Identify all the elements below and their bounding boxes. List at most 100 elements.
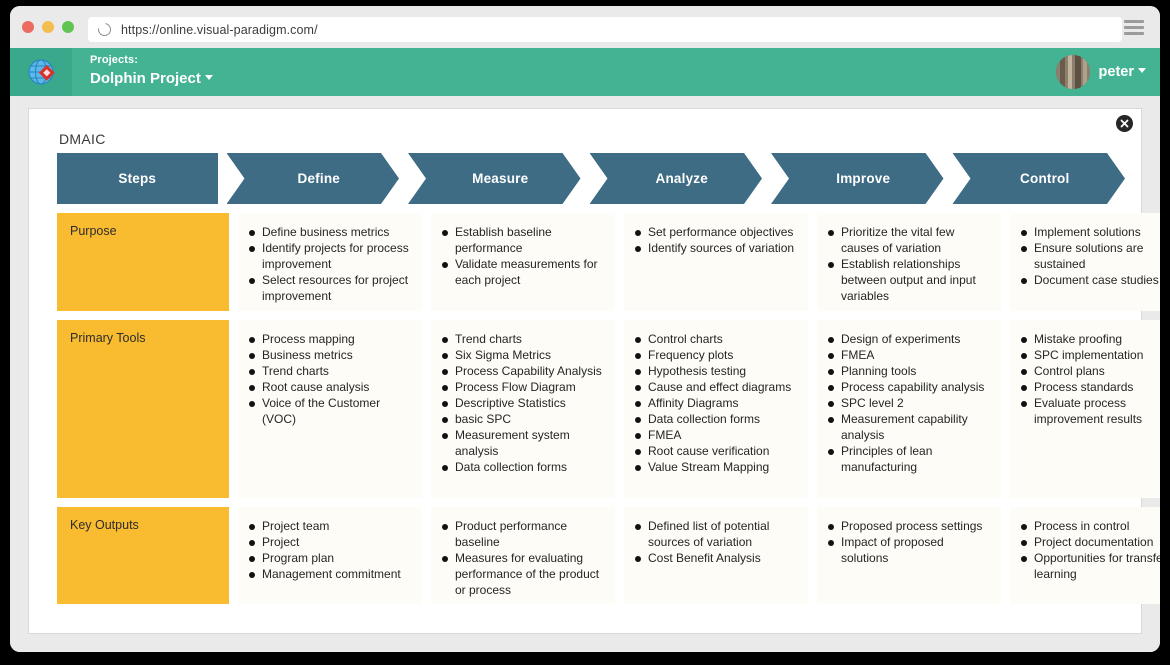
list-item: Prioritize the vital few causes of varia… <box>823 224 991 256</box>
matrix-row: Key Outputs Project team Project Program pl… <box>57 507 1160 604</box>
bullet-list: Design of experiments FMEA Planning tools P… <box>823 331 991 475</box>
bullet-list: Implement solutions Ensure solutions are … <box>1016 224 1160 288</box>
list-item: Proposed process settings <box>823 518 991 534</box>
app-header-bar: Projects: Dolphin Project peter <box>10 48 1160 96</box>
list-item: Ensure solutions are sustained <box>1016 240 1160 272</box>
bullet-list: Product performance baseline Measures for… <box>437 518 605 598</box>
bullet-list: Control charts Frequency plots Hypothesis … <box>630 331 798 475</box>
list-item: Process in control <box>1016 518 1160 534</box>
matrix-cell: Define business metrics Identify projects… <box>238 213 422 311</box>
row-label: Purpose <box>57 213 229 311</box>
list-item: Six Sigma Metrics <box>437 347 605 363</box>
list-item: Trend charts <box>437 331 605 347</box>
list-item: Project team <box>244 518 412 534</box>
page-title: DMAIC <box>59 131 106 147</box>
column-header-measure: Measure <box>408 153 581 204</box>
project-selector[interactable]: Projects: Dolphin Project <box>90 54 213 89</box>
list-item: Control charts <box>630 331 798 347</box>
bullet-list: Trend charts Six Sigma Metrics Process Cap… <box>437 331 605 475</box>
matrix-cell: Process mapping Business metrics Trend cha… <box>238 320 422 498</box>
list-item: Opportunities for transfer of learning <box>1016 550 1160 582</box>
list-item: Measurement capability analysis <box>823 411 991 443</box>
list-item: Implement solutions <box>1016 224 1160 240</box>
list-item: Business metrics <box>244 347 412 363</box>
project-name-text: Dolphin Project <box>90 69 201 87</box>
visual-paradigm-logo-icon <box>28 59 55 85</box>
list-item: Identify sources of variation <box>630 240 798 256</box>
list-item: Product performance baseline <box>437 518 605 550</box>
window-traffic-lights <box>22 21 74 33</box>
list-item: Select resources for project improvement <box>244 272 412 304</box>
list-item: Process mapping <box>244 331 412 347</box>
browser-titlebar: https://online.visual-paradigm.com/ <box>10 6 1160 48</box>
bullet-list: Process mapping Business metrics Trend cha… <box>244 331 412 427</box>
app-logo-button[interactable] <box>10 48 72 96</box>
list-item: Descriptive Statistics <box>437 395 605 411</box>
row-label: Key Outputs <box>57 507 229 604</box>
list-item: Control plans <box>1016 363 1160 379</box>
list-item: Process capability analysis <box>823 379 991 395</box>
matrix-cell: Implement solutions Ensure solutions are … <box>1010 213 1160 311</box>
list-item: Cause and effect diagrams <box>630 379 798 395</box>
close-icon[interactable] <box>1116 115 1133 132</box>
matrix-cell: Trend charts Six Sigma Metrics Process Cap… <box>431 320 615 498</box>
user-name-text: peter <box>1098 64 1134 80</box>
list-item: Validate measurements for each project <box>437 256 605 288</box>
matrix-row: Primary Tools Process mapping Business met… <box>57 320 1160 498</box>
reload-icon[interactable] <box>95 20 114 39</box>
list-item: Mistake proofing <box>1016 331 1160 347</box>
minimize-window-button[interactable] <box>42 21 54 33</box>
list-item: Defined list of potential sources of var… <box>630 518 798 550</box>
list-item: Affinity Diagrams <box>630 395 798 411</box>
list-item: Cost Benefit Analysis <box>630 550 798 566</box>
list-item: Program plan <box>244 550 412 566</box>
matrix-cell: Process in control Project documentation O… <box>1010 507 1160 604</box>
list-item: SPC level 2 <box>823 395 991 411</box>
matrix-cell: Set performance objectives Identify sourc… <box>624 213 808 311</box>
list-item: Data collection forms <box>437 459 605 475</box>
matrix-header-row: Steps Define Measure Analyze Improve Control <box>57 153 1125 204</box>
browser-window: https://online.visual-paradigm.com/ Proj… <box>10 6 1160 652</box>
list-item: Value Stream Mapping <box>630 459 798 475</box>
list-item: Establish relationships between output a… <box>823 256 991 304</box>
bullet-list: Establish baseline performance Validate m… <box>437 224 605 288</box>
address-bar[interactable]: https://online.visual-paradigm.com/ <box>88 17 1122 42</box>
list-item: Impact of proposed solutions <box>823 534 991 566</box>
matrix-body: Purpose Define business metrics Identify p… <box>57 213 1160 604</box>
list-item: Trend charts <box>244 363 412 379</box>
column-header-analyze: Analyze <box>590 153 763 204</box>
list-item: Measurement system analysis <box>437 427 605 459</box>
list-item: Frequency plots <box>630 347 798 363</box>
list-item: Process standards <box>1016 379 1160 395</box>
matrix-cell: Design of experiments FMEA Planning tools P… <box>817 320 1001 498</box>
close-window-button[interactable] <box>22 21 34 33</box>
column-header-define: Define <box>227 153 400 204</box>
list-item: FMEA <box>630 427 798 443</box>
list-item: Planning tools <box>823 363 991 379</box>
bullet-list: Mistake proofing SPC implementation Contro… <box>1016 331 1160 427</box>
bullet-list: Proposed process settings Impact of propo… <box>823 518 991 566</box>
projects-label: Projects: <box>90 54 138 66</box>
hamburger-menu-icon[interactable] <box>1124 20 1144 35</box>
bullet-list: Project team Project Program plan Managemen… <box>244 518 412 582</box>
bullet-list: Defined list of potential sources of var… <box>630 518 798 566</box>
matrix-cell: Project team Project Program plan Managemen… <box>238 507 422 604</box>
list-item: Voice of the Customer (VOC) <box>244 395 412 427</box>
matrix-cell: Establish baseline performance Validate m… <box>431 213 615 311</box>
list-item: SPC implementation <box>1016 347 1160 363</box>
list-item: Root cause verification <box>630 443 798 459</box>
matrix-cell: Proposed process settings Impact of propo… <box>817 507 1001 604</box>
user-menu[interactable]: peter <box>1055 55 1146 89</box>
list-item: Management commitment <box>244 566 412 582</box>
list-item: Define business metrics <box>244 224 412 240</box>
column-header-control: Control <box>953 153 1126 204</box>
maximize-window-button[interactable] <box>62 21 74 33</box>
list-item: Establish baseline performance <box>437 224 605 256</box>
list-item: FMEA <box>823 347 991 363</box>
matrix-row: Purpose Define business metrics Identify p… <box>57 213 1160 311</box>
avatar <box>1055 55 1090 89</box>
content-area: DMAIC Steps Define Measure Analyze Improve Co… <box>10 96 1160 652</box>
list-item: Principles of lean manufacturing <box>823 443 991 475</box>
row-label: Primary Tools <box>57 320 229 498</box>
list-item: Identify projects for process improvemen… <box>244 240 412 272</box>
